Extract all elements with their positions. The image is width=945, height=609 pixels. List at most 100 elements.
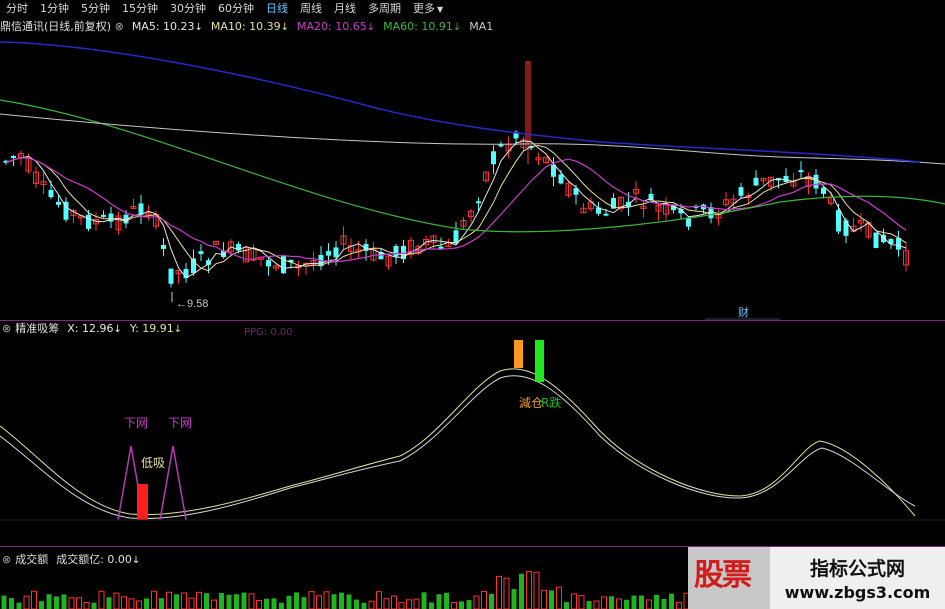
volume-bar [181,592,187,609]
watermark-logo: 股票 [694,558,752,593]
volume-bar [61,594,67,609]
watermark: 股票 指标公式网 www.zbgs3.com [688,547,945,609]
period-tab[interactable]: 分时 [0,0,34,17]
volume-bar [481,591,487,609]
indicator-y: Y: 19.91↓ [129,321,183,335]
volume-bar [219,593,224,609]
volume-bar [451,602,457,609]
period-tab[interactable]: 日线 [260,0,294,17]
volume-bar [436,594,442,609]
candle-body [821,187,826,194]
watermark-url: www.zbgs3.com [784,583,931,602]
volume-bar [256,599,262,609]
volume-bar [128,598,135,609]
volume-bar [669,593,674,609]
volume-info-bar: ⊗ 成交额 成交额亿: 0.00↓ [0,551,141,567]
candle-body [873,232,879,248]
candle-body [333,247,339,258]
candle-body [603,213,609,216]
candle-body [558,174,564,184]
sell-signal-bar [514,340,523,368]
candle-body [161,244,166,249]
candle-body [393,246,399,257]
volume-bar [489,593,494,609]
volume-bar [361,602,367,609]
indicator-chart[interactable]: 下网 下网低吸 減仓R跌 [0,336,945,546]
buy-signal-bar [137,484,148,520]
period-tab[interactable]: 15分钟 [116,0,164,17]
volume-bar [593,600,600,609]
period-tab[interactable]: 5分钟 [75,0,116,17]
volume-bar [331,594,337,609]
finance-marker: 财 [738,305,749,319]
volume-bar [323,591,330,609]
period-tab[interactable]: 60分钟 [212,0,260,17]
settings-icon[interactable]: ⊗ [2,322,11,335]
period-tab[interactable]: 1分钟 [34,0,75,17]
volume-bar [571,593,577,609]
volume-bar [91,602,97,609]
volume-bar [113,592,120,609]
candle-body [836,210,841,232]
volume-bar [466,600,472,609]
candle-body [783,175,789,182]
period-toolbar: 分时 1分钟 5分钟 15分钟 30分钟 60分钟 日线 周线 月线 多周期 更多 ▼ [0,0,945,17]
volume-bar [1,595,7,609]
volume-bar [271,598,277,609]
volume-bar [98,590,105,609]
volume-bar [136,600,142,609]
period-tab[interactable]: 30分钟 [164,0,212,17]
volume-bar [473,595,480,609]
candle-body [326,251,331,256]
signal-label: 減仓 [519,395,543,410]
volume-bar [23,595,30,609]
period-tab[interactable]: 周线 [294,0,328,17]
ma-extra-value: MA1 [469,19,494,33]
candle-body [896,237,901,250]
volume-name[interactable]: 成交额 [15,551,48,567]
volume-bar [578,595,585,609]
sell-signal-bar [535,340,544,382]
candle-body [813,174,819,189]
volume-bar [83,601,90,609]
indicator-name[interactable]: 精准吸筹 [15,320,59,336]
volume-settings-icon[interactable]: ⊗ [2,553,11,566]
candle-body [168,268,174,284]
volume-bar [39,601,44,609]
watermark-title: 指标公式网 [809,558,905,580]
volume-bar [533,571,540,609]
volume-bar [346,594,352,609]
candle-body [11,156,16,159]
candle-body [101,214,106,217]
candle-body [476,201,481,204]
candle-body [491,151,496,165]
volume-bar [121,596,127,609]
candlestick-chart[interactable]: ←9.58 财 [0,34,945,320]
volume-bar [46,594,52,609]
volume-bar [459,601,464,609]
volume-bar [106,597,112,609]
volume-bar [609,596,614,609]
candle-body [843,220,849,236]
volume-bar [564,602,569,609]
candle-body [753,177,759,186]
ma10-value: MA10: 10.39↓ [210,19,290,33]
volume-bar [166,591,172,609]
volume-bar [144,598,149,609]
candle-body [48,189,54,198]
volume-bar [398,602,405,609]
volume-bar [496,575,502,609]
volume-bar [354,599,359,609]
volume-bar [429,602,434,609]
period-tab[interactable]: 更多 ▼ [407,0,449,17]
volume-bar [413,598,420,609]
candle-body [281,255,286,274]
period-tab[interactable]: 多周期 [362,0,407,17]
volume-bar [654,594,659,609]
period-tab[interactable]: 月线 [328,0,362,17]
volume-value: 成交额亿: 0.00↓ [56,553,141,566]
candle-body [86,214,91,229]
volume-bar [383,598,390,609]
candle-body [266,260,271,267]
stock-title[interactable]: 鼎信通讯(日线,前复权) ⊗ [0,18,124,34]
